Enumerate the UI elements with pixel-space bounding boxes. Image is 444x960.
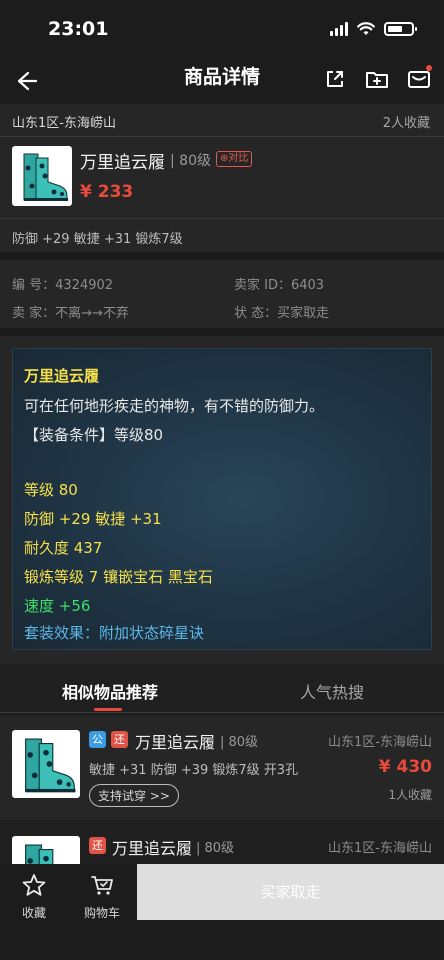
list-item-region: 山东1区-东海崂山 (328, 735, 432, 750)
nav-actions (320, 64, 434, 94)
list-item-favorites: 1人收藏 (388, 788, 432, 802)
list-item-stats: 敏捷 +31 防御 +39 锻炼7级 开3孔 (89, 763, 299, 778)
favorite-count: 2人收藏 (382, 116, 430, 131)
product-region: 山东1区-东海崂山 (12, 116, 116, 131)
item-id: 编 号：4324902 (12, 278, 114, 293)
product-name: 万里追云履 (80, 153, 165, 173)
favorite-button[interactable]: 收藏 (4, 872, 64, 921)
tab-hot-search[interactable]: 人气热搜 (300, 679, 364, 703)
divider (0, 136, 444, 137)
desc-requirement: 【装备条件】等级80 (24, 426, 164, 444)
desc-attributes: 防御 +29 敏捷 +31 (24, 510, 162, 528)
list-item-level: | 80级 (220, 735, 259, 750)
desc-title: 万里追云履 (24, 367, 100, 385)
active-tab-indicator (94, 708, 122, 711)
desc-speed: 速度 +56 (24, 597, 91, 615)
seller-name: 卖 家：不离→→不弃 (12, 306, 129, 321)
public-tag: 公 (89, 731, 106, 748)
list-item-level: | 80级 (196, 841, 235, 856)
favorite-label: 收藏 (21, 906, 46, 920)
status-bar: 23:01 (0, 0, 444, 58)
share-icon[interactable] (320, 64, 350, 94)
compare-button[interactable]: ⊕对比 (216, 151, 253, 167)
folder-icon[interactable] (362, 64, 392, 94)
buyer-taken-button[interactable]: 买家取走 (137, 864, 444, 920)
wifi-icon (357, 22, 375, 35)
boots-icon (12, 730, 80, 798)
desc-level: 等级 80 (24, 481, 78, 499)
product-stats: 防御 +29 敏捷 +31 锻炼7级 (12, 232, 183, 247)
product-card: 山东1区-东海崂山 2人收藏 万里追云履 | 80级 ⊕对比 ¥ 233 防御 … (0, 104, 444, 252)
list-item-name: 万里追云履 (135, 733, 216, 752)
desc-refine: 锻炼等级 7 镶嵌宝石 黑宝石 (24, 568, 213, 586)
cart-button[interactable]: 购物车 (72, 872, 132, 921)
boots-icon (12, 146, 72, 206)
status-icons (330, 22, 417, 36)
trade-info: 编 号：4324902 卖家 ID：6403 卖 家：不离→→不弃 状 态：买家… (0, 260, 444, 328)
list-item-price: ¥ 430 (378, 757, 432, 777)
bargain-tag: 还 (111, 731, 128, 748)
signal-icon (330, 22, 348, 36)
try-on-button[interactable]: 支持试穿 >> (89, 784, 179, 807)
product-level: | 80级 (170, 153, 211, 169)
list-item[interactable]: 公 还 万里追云履 | 80级 山东1区-东海崂山 敏捷 +31 防御 +39 … (0, 716, 444, 820)
tab-similar[interactable]: 相似物品推荐 (62, 679, 158, 703)
divider (0, 712, 444, 713)
divider (0, 218, 444, 219)
desc-intro: 可在任何地形疾走的神物，有不错的防御力。 (24, 397, 325, 415)
desc-durability: 耐久度 437 (24, 539, 103, 557)
recommend-tabs: 相似物品推荐 人气热搜 (0, 664, 444, 712)
cart-icon (91, 876, 113, 895)
item-description: 万里追云履 可在任何地形疾走的神物，有不错的防御力。 【装备条件】等级80 等级… (12, 348, 432, 650)
bargain-tag: 还 (89, 837, 106, 854)
status-time: 23:01 (48, 18, 109, 40)
desc-set-effect: 套装效果：附加状态碎星诀 (24, 624, 205, 642)
list-item-name: 万里追云履 (112, 839, 193, 858)
mail-icon[interactable] (404, 64, 434, 94)
unread-dot (426, 65, 432, 71)
section-gap (0, 328, 444, 336)
battery-icon (384, 22, 417, 36)
cart-label: 购物车 (83, 906, 120, 920)
trade-state: 状 态：买家取走 (234, 306, 330, 321)
seller-id: 卖家 ID：6403 (234, 278, 325, 293)
section-gap (0, 252, 444, 260)
list-item[interactable]: 还 万里追云履 | 80级 山东1区-东海崂山 (0, 820, 444, 904)
star-icon (22, 874, 46, 896)
bottom-action-bar: 收藏 购物车 买家取走 (0, 864, 444, 960)
list-item-region: 山东1区-东海崂山 (328, 841, 432, 856)
product-price: ¥ 233 (80, 182, 134, 202)
nav-bar: 商品详情 (0, 58, 444, 104)
